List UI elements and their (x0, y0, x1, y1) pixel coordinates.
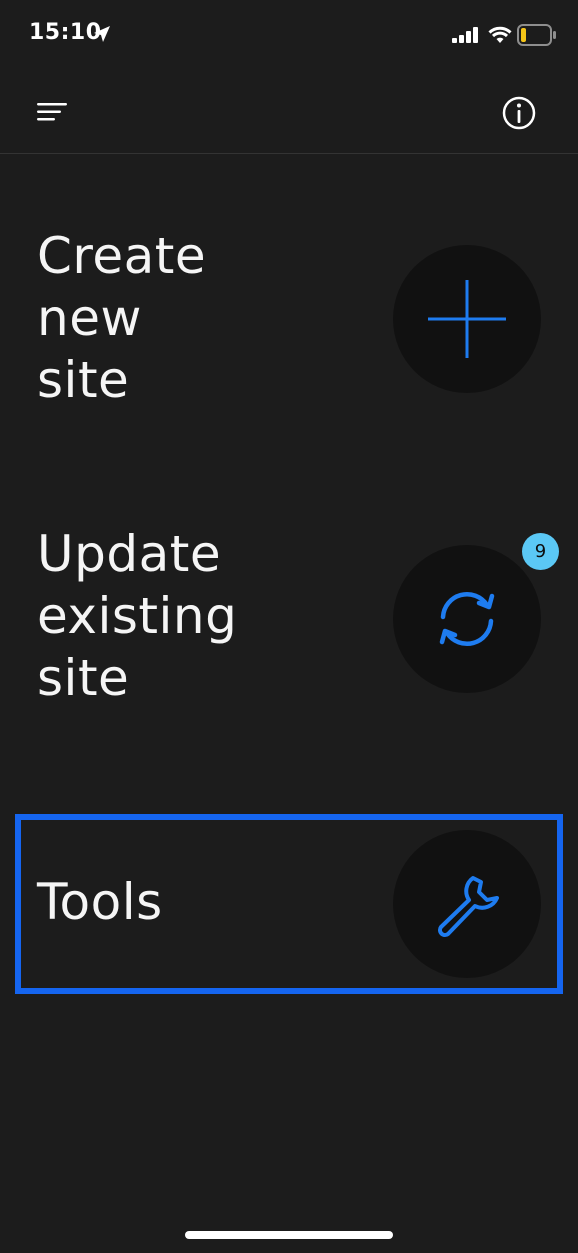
menu-icon[interactable] (30, 94, 74, 130)
create-new-site-label: Create new site (37, 227, 207, 409)
wrench-icon (438, 876, 499, 937)
signal-icon (452, 27, 478, 43)
wifi-icon (488, 26, 512, 43)
location-arrow-icon (94, 26, 110, 42)
update-circle-button[interactable] (393, 545, 541, 693)
plus-icon (428, 280, 506, 358)
status-time: 15:10 (29, 20, 102, 45)
create-new-site-button[interactable]: Create new site (15, 225, 563, 415)
update-count-badge: 9 (522, 533, 559, 570)
update-existing-site-button[interactable]: Update existing site 9 (15, 523, 563, 713)
status-bar: 15:10 (0, 0, 578, 70)
create-circle-button[interactable] (393, 245, 541, 393)
update-existing-site-label: Update existing site (37, 525, 238, 707)
tools-circle-button[interactable] (393, 830, 541, 978)
info-icon[interactable] (500, 94, 538, 132)
refresh-icon (439, 591, 495, 647)
battery-icon (517, 24, 556, 46)
app-header (0, 70, 578, 154)
home-indicator[interactable] (185, 1231, 393, 1239)
tools-button[interactable]: Tools (15, 814, 563, 994)
tools-label: Tools (37, 873, 163, 931)
